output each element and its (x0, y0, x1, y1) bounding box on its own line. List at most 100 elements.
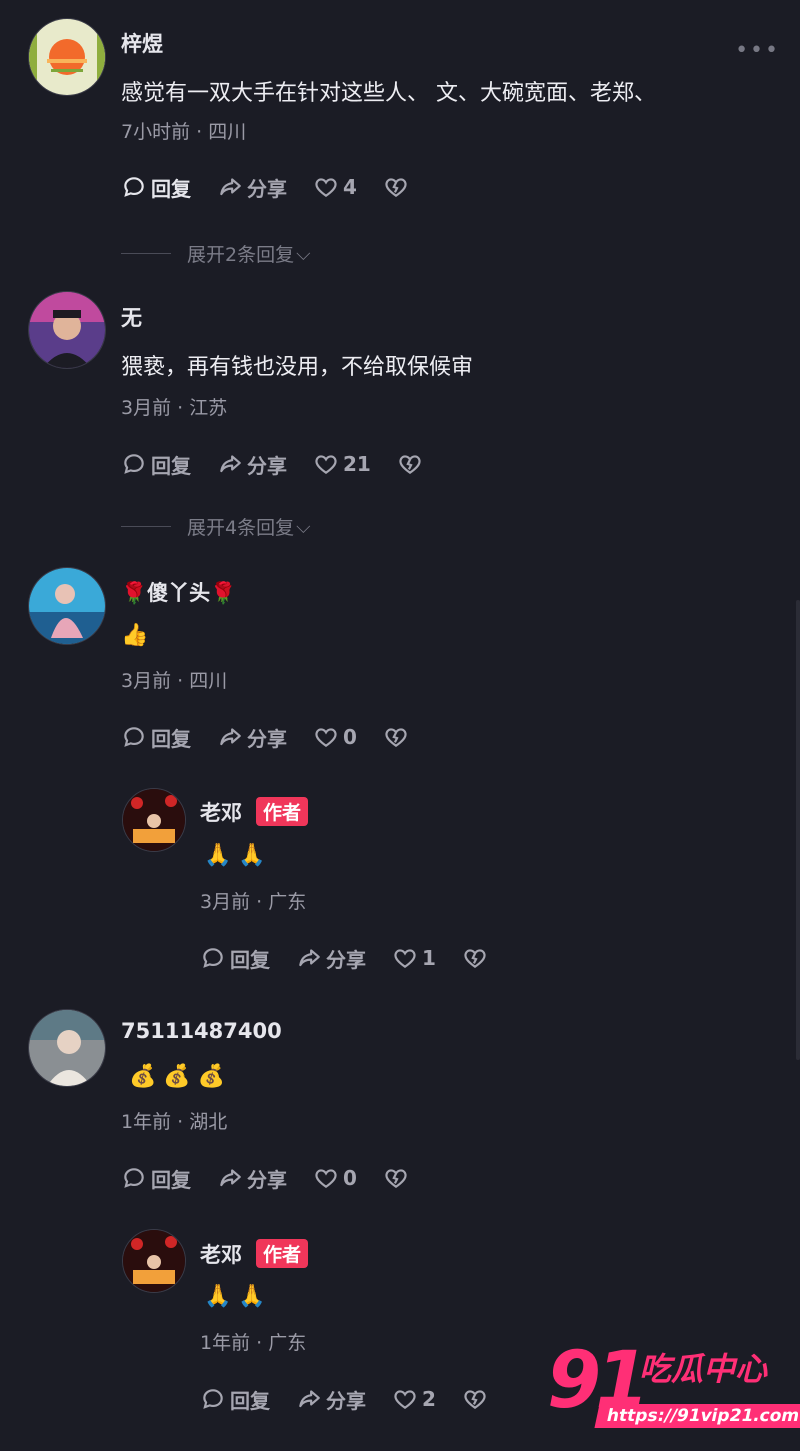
like-button[interactable]: 21 (313, 451, 371, 477)
reply-button[interactable]: 回复 (121, 450, 191, 479)
share-arrow-icon (220, 728, 241, 746)
username[interactable]: 75111487400 (121, 1019, 282, 1043)
avatar[interactable] (28, 1009, 106, 1087)
like-count: 21 (343, 452, 371, 476)
avatar[interactable] (122, 788, 186, 852)
comment-text: 猥亵，再有钱也没用，不给取保候审 (121, 355, 474, 380)
share-label: 分享 (247, 176, 287, 201)
dislike-button[interactable] (397, 451, 427, 477)
share-label: 分享 (247, 1167, 287, 1192)
broken-heart-icon (385, 1169, 407, 1188)
expand-label: 展开2条回复 (187, 244, 295, 266)
share-arrow-icon (299, 949, 320, 967)
like-count: 0 (343, 1166, 357, 1190)
broken-heart-icon (464, 949, 486, 968)
avatar[interactable] (28, 291, 106, 369)
avatar[interactable] (28, 567, 106, 645)
comment-text: 🙏 🙏 (204, 843, 266, 868)
watermark-brand: 吃瓜中心 (639, 1350, 768, 1388)
dislike-button[interactable] (383, 1165, 413, 1191)
avatar[interactable] (122, 1229, 186, 1293)
reply-label: 回复 (230, 1388, 270, 1413)
comment-meta: 3月前 · 江苏 (121, 397, 228, 419)
author-badge: 作者 (256, 1239, 309, 1268)
author-badge: 作者 (256, 797, 309, 826)
share-button[interactable]: 分享 (296, 944, 366, 973)
watermark-url: https://91vip21.com (594, 1404, 800, 1428)
reply-label: 回复 (230, 947, 270, 972)
comment-text: 👍 (121, 623, 149, 648)
dislike-button[interactable] (462, 1386, 492, 1412)
share-label: 分享 (326, 1388, 366, 1413)
share-arrow-icon (299, 1390, 320, 1408)
more-dots-icon[interactable]: ••• (735, 38, 780, 63)
reply-label: 回复 (151, 1167, 191, 1192)
username[interactable]: 无 (121, 302, 142, 332)
like-button[interactable]: 0 (313, 1165, 357, 1191)
share-arrow-icon (220, 455, 241, 473)
comment-text: 💰 💰 💰 (129, 1064, 226, 1089)
username[interactable]: 老邓 作者 (200, 797, 309, 827)
like-button[interactable]: 1 (392, 945, 436, 971)
reply-button[interactable]: 回复 (121, 1164, 191, 1193)
reply-button[interactable]: 回复 (121, 173, 191, 202)
reply-button[interactable]: 回复 (200, 944, 270, 973)
username[interactable]: 梓煜 (121, 28, 163, 58)
comment-meta: 3月前 · 广东 (200, 891, 307, 913)
username-text: 老邓 (200, 1243, 242, 1267)
dislike-button[interactable] (462, 945, 492, 971)
heart-icon (315, 455, 337, 474)
heart-icon (394, 1390, 416, 1409)
share-arrow-icon (220, 1169, 241, 1187)
chevron-down-icon: ⌵ (296, 515, 311, 538)
dislike-button[interactable] (383, 724, 413, 750)
comment-meta: 7小时前 · 四川 (121, 121, 247, 143)
like-count: 1 (422, 946, 436, 970)
share-arrow-icon (220, 178, 241, 196)
like-count: 4 (343, 175, 357, 199)
comment-meta: 1年前 · 广东 (200, 1332, 307, 1354)
comment-text: 感觉有一双大手在针对这些人、 文、大碗宽面、老郑、 (121, 81, 656, 106)
comment-text: 🙏 🙏 (204, 1284, 266, 1309)
broken-heart-icon (464, 1390, 486, 1409)
broken-heart-icon (385, 728, 407, 747)
heart-icon (394, 949, 416, 968)
expand-replies[interactable]: 展开4条回复 ⌵ (121, 513, 311, 540)
watermark-logo: 91 吃瓜中心 https://91vip21.com (547, 1336, 800, 1440)
share-button[interactable]: 分享 (217, 1164, 287, 1193)
reply-bubble-icon (124, 1168, 144, 1188)
reply-button[interactable]: 回复 (121, 723, 191, 752)
reply-bubble-icon (124, 454, 144, 474)
share-button[interactable]: 分享 (217, 723, 287, 752)
avatar[interactable] (28, 18, 106, 96)
like-button[interactable]: 2 (392, 1386, 436, 1412)
share-button[interactable]: 分享 (217, 450, 287, 479)
like-count: 2 (422, 1387, 436, 1411)
username[interactable]: 🌹傻丫头🌹 (121, 577, 236, 607)
reply-bubble-icon (203, 948, 223, 968)
dislike-button[interactable] (383, 174, 413, 200)
expand-divider (121, 526, 171, 527)
heart-icon (315, 1169, 337, 1188)
chevron-down-icon: ⌵ (296, 242, 311, 265)
comment-actions: 回复 分享 4 (121, 172, 439, 202)
reply-button[interactable]: 回复 (200, 1385, 270, 1414)
username[interactable]: 老邓 作者 (200, 1239, 309, 1269)
share-button[interactable]: 分享 (217, 173, 287, 202)
like-button[interactable]: 4 (313, 174, 357, 200)
expand-replies[interactable]: 展开2条回复 ⌵ (121, 240, 311, 267)
reply-bubble-icon (124, 177, 144, 197)
share-label: 分享 (247, 453, 287, 478)
comment-actions: 回复 分享 0 (121, 722, 439, 752)
share-label: 分享 (326, 947, 366, 972)
reply-label: 回复 (151, 726, 191, 751)
scrollbar[interactable] (796, 600, 800, 1060)
reply-label: 回复 (151, 176, 191, 201)
heart-icon (315, 728, 337, 747)
expand-label: 展开4条回复 (187, 517, 295, 539)
comment-actions: 回复 分享 21 (121, 449, 453, 479)
broken-heart-icon (385, 178, 407, 197)
like-button[interactable]: 0 (313, 724, 357, 750)
share-button[interactable]: 分享 (296, 1385, 366, 1414)
share-label: 分享 (247, 726, 287, 751)
